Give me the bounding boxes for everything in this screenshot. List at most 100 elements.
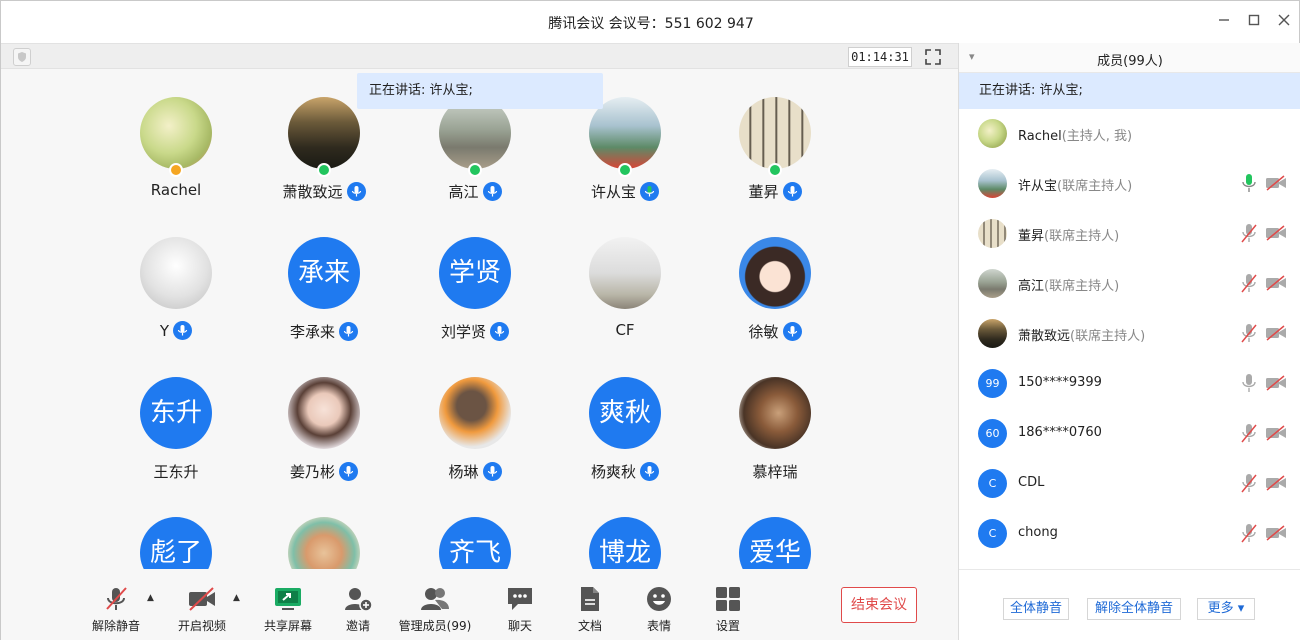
camera-off-icon[interactable] <box>1265 225 1287 241</box>
unmute-all-button[interactable]: 解除全体静音 <box>1087 598 1181 620</box>
avatar <box>978 319 1007 348</box>
member-role: (联席主持人) <box>1044 229 1120 244</box>
avatar <box>439 377 511 449</box>
camera-off-icon[interactable] <box>1265 325 1287 341</box>
mic-muted-icon[interactable] <box>1241 223 1257 243</box>
member-role: (联席主持人) <box>1057 179 1133 194</box>
avatar <box>739 97 811 169</box>
member-name: CDL <box>1018 475 1045 490</box>
maximize-icon[interactable] <box>1245 13 1263 31</box>
participant-name: 杨琳 <box>400 461 550 482</box>
mic-muted-icon[interactable] <box>1241 323 1257 343</box>
member-row[interactable]: Rachel(主持人, 我) <box>959 109 1300 159</box>
video-options-caret-icon[interactable]: ▲ <box>233 593 243 603</box>
participant-name: 许从宝 <box>550 181 700 202</box>
mic-muted-icon[interactable] <box>1241 423 1257 443</box>
member-row[interactable]: 高江(联席主持人) <box>959 259 1300 309</box>
camera-off-icon[interactable] <box>1265 425 1287 441</box>
camera-off-icon[interactable] <box>1265 475 1287 491</box>
member-name: 许从宝 <box>1018 179 1058 194</box>
speaking-indicator: 正在讲话: 许从宝; <box>357 73 603 109</box>
mic-muted-icon[interactable] <box>1241 523 1257 543</box>
avatar: C <box>978 519 1007 548</box>
member-row[interactable]: 99 150****9399 <box>959 359 1300 409</box>
participant-tile[interactable]: 齐飞 <box>400 517 550 569</box>
security-shield-icon[interactable] <box>13 48 31 66</box>
participant-tile[interactable]: 彪了 <box>101 517 251 569</box>
member-row[interactable]: 许从宝(联席主持人) <box>959 159 1300 209</box>
meeting-status-strip: 01:14:31 <box>1 43 958 69</box>
camera-off-icon[interactable] <box>1265 175 1287 191</box>
avatar <box>739 237 811 309</box>
participant-tile[interactable]: 杨琳 <box>400 377 550 517</box>
participant-tile[interactable]: 姜乃彬 <box>249 377 399 517</box>
mic-icon <box>339 322 358 341</box>
participant-name: 萧散致远 <box>249 181 399 202</box>
avatar: 60 <box>978 419 1007 448</box>
mic-muted-icon[interactable] <box>1241 473 1257 493</box>
participant-tile[interactable]: 博龙 <box>550 517 700 569</box>
avatar: 99 <box>978 369 1007 398</box>
avatar <box>288 517 360 569</box>
participant-name: Rachel <box>150 181 202 199</box>
start-video-button[interactable]: 开启视频 <box>157 581 247 635</box>
members-icon <box>420 585 450 613</box>
add-user-icon <box>343 585 373 613</box>
participant-tile[interactable]: 董昇 <box>700 97 850 237</box>
camera-off-icon[interactable] <box>1265 525 1287 541</box>
title-bar: 腾讯会议 会议号：551 602 947 <box>1 1 1299 43</box>
camera-off-icon[interactable] <box>1265 375 1287 391</box>
participant-name: Y <box>101 321 251 340</box>
participant-tile[interactable]: 高江 <box>400 97 550 237</box>
members-panel: ▾ 成员(99人) 正在讲话: 许从宝; Rachel(主持人, 我) 许从宝(… <box>958 43 1300 640</box>
end-meeting-button[interactable]: 结束会议 <box>841 587 917 623</box>
participant-grid: Rachel 萧散致远 高江 许从宝 董昇 Y 承来 李承来 学贤 刘学贤 CF… <box>1 97 958 569</box>
member-row[interactable]: C chong <box>959 509 1300 559</box>
mic-icon <box>346 182 366 201</box>
participant-tile[interactable]: CF <box>550 237 700 377</box>
participant-tile[interactable]: 爽秋 杨爽秋 <box>550 377 700 517</box>
camera-off-icon[interactable] <box>1265 275 1287 291</box>
mic-active-icon[interactable] <box>1241 173 1257 193</box>
member-row[interactable] <box>959 559 1300 569</box>
participant-name: 李承来 <box>249 321 399 342</box>
member-name: 萧散致远 <box>1018 329 1071 344</box>
avatar <box>978 269 1007 298</box>
member-row[interactable]: C CDL <box>959 459 1300 509</box>
participant-name: 刘学贤 <box>400 321 550 342</box>
members-list: Rachel(主持人, 我) 许从宝(联席主持人) 董昇(联席主持人) 高江(联… <box>959 109 1300 569</box>
participant-tile[interactable]: 东升 王东升 <box>101 377 251 517</box>
participant-tile[interactable]: Y <box>101 237 251 377</box>
member-name: chong <box>1018 525 1058 540</box>
avatar: 东升 <box>140 377 212 449</box>
more-button[interactable]: 更多 ▾ <box>1197 598 1255 620</box>
member-row[interactable]: 萧散致远(联席主持人) <box>959 309 1300 359</box>
participant-tile[interactable]: 学贤 刘学贤 <box>400 237 550 377</box>
mute-all-button[interactable]: 全体静音 <box>1003 598 1069 620</box>
participant-tile[interactable]: 承来 李承来 <box>249 237 399 377</box>
audio-options-caret-icon[interactable]: ▲ <box>147 593 157 603</box>
avatar: 博龙 <box>589 517 661 569</box>
participant-tile[interactable]: Rachel <box>101 97 251 237</box>
settings-button[interactable]: 设置 <box>683 581 773 635</box>
manage-members-button[interactable]: 管理成员(99) <box>390 581 480 635</box>
close-icon[interactable] <box>1275 13 1293 31</box>
participant-tile[interactable]: 许从宝 <box>550 97 700 237</box>
participant-tile[interactable]: 萧散致远 <box>249 97 399 237</box>
participant-tile[interactable] <box>249 517 399 569</box>
cohost-badge-icon <box>768 163 782 177</box>
participant-tile[interactable]: 慕梓瑞 <box>700 377 850 517</box>
mic-icon[interactable] <box>1241 373 1257 393</box>
unmute-button[interactable]: 解除静音 <box>71 581 161 635</box>
member-row[interactable]: 董昇(联席主持人) <box>959 209 1300 259</box>
participant-tile[interactable]: 徐敏 <box>700 237 850 377</box>
meeting-window: 腾讯会议 会议号：551 602 947 01:14:31 Rachel 萧散致… <box>0 0 1300 640</box>
fullscreen-icon[interactable] <box>923 47 943 67</box>
grid-settings-icon <box>713 585 743 613</box>
member-row[interactable]: 60 186****0760 <box>959 409 1300 459</box>
participant-tile[interactable]: 爱华 <box>700 517 850 569</box>
mic-active-icon <box>640 182 659 201</box>
mic-muted-icon[interactable] <box>1241 273 1257 293</box>
minimize-icon[interactable] <box>1215 13 1233 31</box>
mic-icon <box>490 322 509 341</box>
